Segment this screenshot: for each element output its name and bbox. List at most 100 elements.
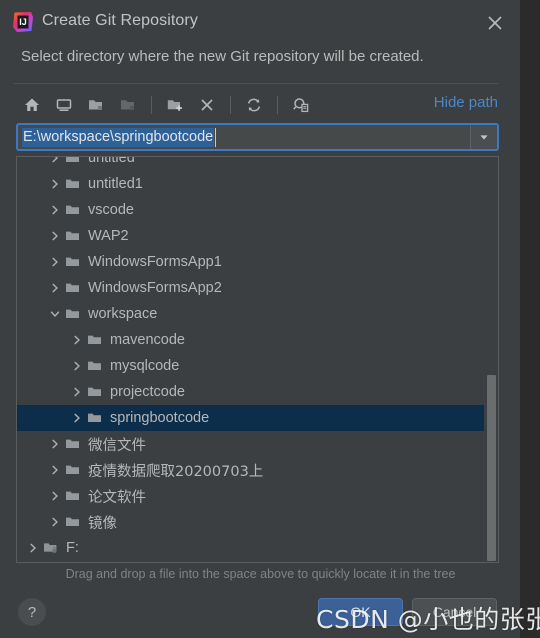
folder-icon [85, 327, 105, 353]
chevron-right-icon[interactable] [47, 157, 63, 171]
tree-row[interactable]: 论文软件 [17, 483, 484, 509]
tree-row-label: springbootcode [110, 410, 210, 426]
text-caret [215, 128, 216, 147]
folder-icon [63, 431, 83, 457]
tree-row[interactable]: WindowsFormsApp1 [17, 249, 484, 275]
title-bar: IJ Create Git Repository [0, 0, 520, 44]
path-combo[interactable]: E:\workspace\springbootcode [16, 123, 499, 151]
tree-row-label: untitled1 [88, 176, 143, 192]
tree-row[interactable]: workspace [17, 301, 484, 327]
chevron-right-icon[interactable] [25, 535, 41, 561]
chevron-right-icon[interactable] [69, 405, 85, 431]
chevron-right-icon[interactable] [47, 223, 63, 249]
intellij-idea-icon: IJ [12, 11, 34, 33]
tree-row-label: WindowsFormsApp2 [88, 280, 222, 296]
tree-row-label: workspace [88, 306, 158, 322]
toolbar-divider [151, 96, 152, 114]
folder-icon [63, 483, 83, 509]
tree-scroll-content: untitled untitled1 vscode WAP2 WindowsFormsA… [17, 156, 484, 562]
folder-icon [63, 509, 83, 535]
chevron-right-icon[interactable] [69, 353, 85, 379]
drive-icon [41, 535, 61, 561]
tree-row[interactable]: untitled [17, 156, 484, 171]
help-button[interactable]: ? [18, 598, 46, 626]
tree-row-label: WindowsFormsApp1 [88, 254, 222, 270]
folder-module-icon [112, 90, 144, 120]
tree-row-label: mavencode [110, 332, 185, 348]
chevron-right-icon[interactable] [47, 431, 63, 457]
drive-icon [41, 561, 61, 562]
tree-row[interactable]: mysqlcode [17, 353, 484, 379]
folder-icon [63, 197, 83, 223]
chevron-right-icon[interactable] [47, 483, 63, 509]
chevron-right-icon[interactable] [47, 249, 63, 275]
tree-row-label: 镜像 [88, 515, 117, 532]
folder-icon [63, 249, 83, 275]
folder-icon [63, 171, 83, 197]
toolbar-divider [277, 96, 278, 114]
close-icon[interactable] [482, 10, 508, 36]
tree-row[interactable]: G: [17, 561, 484, 562]
chevron-down-icon[interactable] [47, 301, 63, 327]
window-title: Create Git Repository [42, 12, 198, 29]
cancel-button[interactable]: Cancel [412, 598, 497, 626]
tree-row[interactable]: projectcode [17, 379, 484, 405]
path-input[interactable] [18, 126, 214, 142]
tree-row[interactable]: untitled1 [17, 171, 484, 197]
hide-path-link[interactable]: Hide path [434, 94, 498, 111]
tree-row-label: 疫情数据爬取20200703上 [88, 463, 264, 480]
create-git-repository-dialog: IJ Create Git Repository Select director… [0, 0, 540, 638]
tree-scrollbar-track[interactable] [485, 157, 498, 562]
svg-text:IJ: IJ [19, 17, 27, 27]
desktop-icon[interactable] [48, 90, 80, 120]
folder-icon [85, 379, 105, 405]
tree-row-label: 论文软件 [88, 489, 146, 506]
delete-icon[interactable] [191, 90, 223, 120]
tree-row-label: WAP2 [88, 228, 129, 244]
tree-row[interactable]: WindowsFormsApp2 [17, 275, 484, 301]
tree-row[interactable]: F: [17, 535, 484, 561]
tree-row-label: projectcode [110, 384, 185, 400]
chevron-right-icon[interactable] [47, 509, 63, 535]
chevron-right-icon[interactable] [47, 457, 63, 483]
folder-icon [85, 353, 105, 379]
folder-icon [85, 405, 105, 431]
chevron-right-icon[interactable] [47, 197, 63, 223]
chevron-right-icon[interactable] [47, 171, 63, 197]
toolbar-divider [230, 96, 231, 114]
directory-tree[interactable]: untitled untitled1 vscode WAP2 WindowsFormsA… [16, 156, 499, 563]
tree-row-label: 微信文件 [88, 437, 146, 454]
tree-row-label: untitled [88, 156, 135, 166]
folder-icon [63, 301, 83, 327]
tree-row[interactable]: mavencode [17, 327, 484, 353]
new-folder-icon[interactable] [159, 90, 191, 120]
drag-drop-hint: Drag and drop a file into the space abov… [65, 567, 456, 581]
tree-scrollbar-thumb[interactable] [487, 375, 496, 561]
chevron-right-icon[interactable] [69, 327, 85, 353]
show-hidden-icon[interactable] [285, 90, 317, 120]
tree-row[interactable]: 镜像 [17, 509, 484, 535]
tree-row[interactable]: WAP2 [17, 223, 484, 249]
tree-row[interactable]: 微信文件 [17, 431, 484, 457]
file-chooser-toolbar [16, 88, 317, 122]
separator [14, 83, 498, 84]
folder-icon [63, 457, 83, 483]
refresh-icon[interactable] [238, 90, 270, 120]
tree-row-label: F: [66, 540, 79, 556]
dialog-subtitle: Select directory where the new Git repos… [21, 48, 424, 65]
tree-row[interactable]: 疫情数据爬取20200703上 [17, 457, 484, 483]
chevron-right-icon[interactable] [47, 275, 63, 301]
chevron-right-icon[interactable] [69, 379, 85, 405]
folder-icon [63, 157, 83, 171]
tree-row-label: mysqlcode [110, 358, 180, 374]
chevron-down-icon[interactable] [470, 125, 497, 149]
home-icon[interactable] [16, 90, 48, 120]
tree-row-selected[interactable]: springbootcode [17, 405, 484, 431]
tree-row[interactable]: vscode [17, 197, 484, 223]
ok-button[interactable]: OK [318, 598, 403, 626]
tree-row-label: vscode [88, 202, 134, 218]
folder-icon [63, 223, 83, 249]
folder-project-icon[interactable] [80, 90, 112, 120]
folder-icon [63, 275, 83, 301]
chevron-right-icon[interactable] [25, 561, 41, 562]
